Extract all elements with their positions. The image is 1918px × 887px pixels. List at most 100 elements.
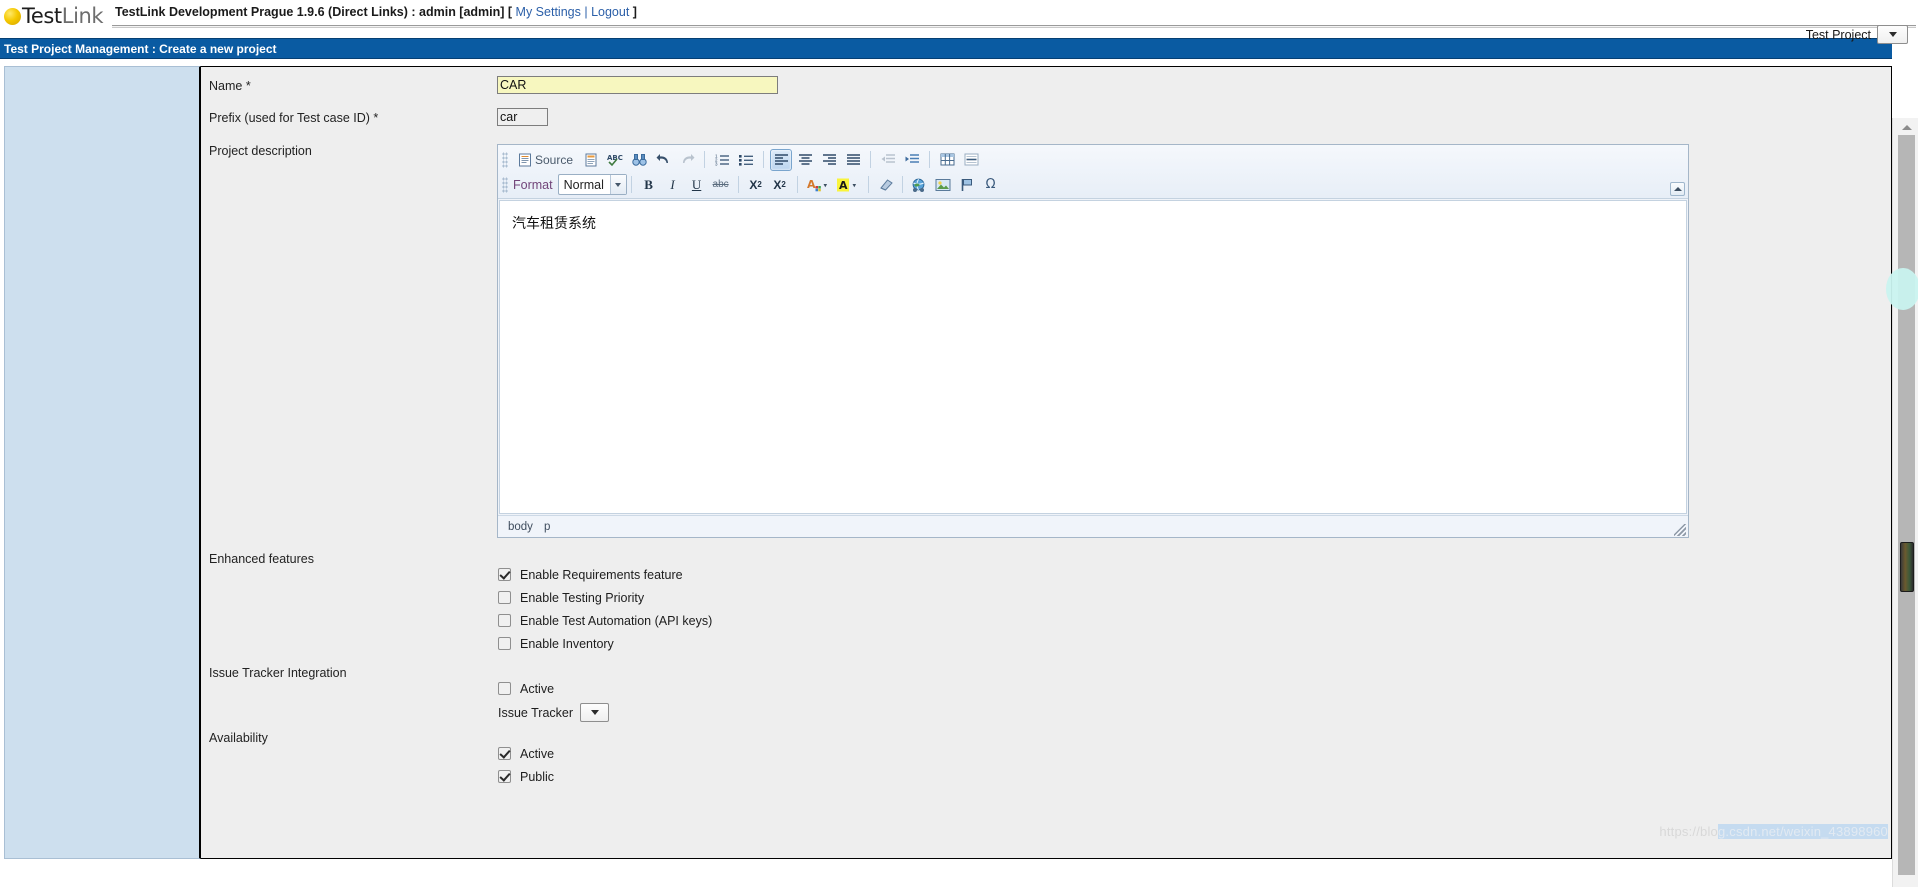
toolbar-separator	[763, 151, 765, 168]
watermark-selected: g.csdn.net/weixin_43898960	[1718, 824, 1888, 839]
align-center-icon[interactable]	[794, 149, 816, 171]
source-label: Source	[535, 152, 574, 167]
link-icon[interactable]	[908, 174, 930, 196]
strikethrough-icon[interactable]: abc	[710, 174, 732, 196]
checkbox-row-testing-priority[interactable]: Enable Testing Priority	[497, 586, 1891, 609]
remove-format-icon[interactable]	[875, 174, 897, 196]
format-value: Normal	[563, 177, 604, 192]
table-glyph	[940, 153, 955, 166]
test-project-dropdown[interactable]	[1877, 25, 1908, 44]
toolbar-group-script: X2 X2	[743, 174, 793, 196]
bulleted-list-icon[interactable]	[735, 149, 757, 171]
horizontal-rule-icon[interactable]	[960, 149, 982, 171]
enable-requirements-checkbox[interactable]	[498, 568, 511, 581]
templates-glyph	[585, 153, 597, 166]
checkbox-row-availability-public[interactable]: Public	[497, 765, 1891, 788]
availability-label: Availability	[209, 731, 268, 745]
issue-tracker-select-label: Issue Tracker	[498, 705, 574, 720]
align-right-icon[interactable]	[818, 149, 840, 171]
enable-inventory-checkbox[interactable]	[498, 637, 511, 650]
superscript-icon[interactable]: X2	[769, 174, 791, 196]
page-title-bar: Test Project Management : Create a new p…	[0, 38, 1892, 59]
issue-tracker-select-row: Issue Tracker	[497, 700, 1891, 725]
editor-toolbar-row-2: Format Normal B I U abc X 2 X 2 A A Ω	[498, 172, 1688, 197]
italic-icon[interactable]: I	[662, 174, 684, 196]
spellcheck-icon[interactable]: ABC	[604, 149, 626, 171]
align-center-glyph	[798, 154, 812, 165]
underline-icon[interactable]: U	[686, 174, 708, 196]
issue-tracker-dropdown[interactable]	[580, 703, 610, 722]
checkbox-row-availability-active[interactable]: Active	[497, 742, 1891, 765]
description-editor-body[interactable]: 汽车租赁系统	[499, 200, 1687, 514]
my-settings-link[interactable]: My Settings	[516, 5, 581, 19]
scrollbar-thumb[interactable]	[1900, 542, 1914, 592]
indent-icon[interactable]	[901, 149, 923, 171]
project-form: Name * Prefix (used for Test case ID) * …	[201, 67, 1891, 788]
toolbar-group-basic-styles: B I U abc	[636, 174, 734, 196]
test-project-selector[interactable]: Test Project	[1806, 25, 1908, 44]
text-color-icon[interactable]: A	[804, 174, 832, 196]
find-replace-icon[interactable]	[628, 149, 650, 171]
resize-handle-icon[interactable]	[1674, 524, 1686, 536]
checkbox-row-inventory[interactable]: Enable Inventory	[497, 632, 1891, 655]
logout-link[interactable]: Logout	[591, 5, 629, 19]
project-prefix-input[interactable]	[497, 108, 548, 126]
outdent-icon[interactable]	[877, 149, 899, 171]
checkbox-row-issue-tracker-active[interactable]: Active	[497, 677, 1891, 700]
align-justify-icon[interactable]	[842, 149, 864, 171]
templates-icon[interactable]	[580, 149, 602, 171]
svg-text:A: A	[839, 179, 848, 192]
background-color-icon[interactable]: A	[834, 174, 862, 196]
form-row-availability: Availability Active Public	[201, 727, 1891, 788]
toolbar-separator	[929, 151, 931, 168]
header-info: TestLink Development Prague 1.9.6 (Direc…	[112, 0, 1918, 28]
availability-active-checkbox[interactable]	[498, 747, 511, 760]
left-sidebar-panel	[4, 66, 201, 859]
numbered-list-icon[interactable]: 1 2 3	[711, 149, 733, 171]
form-row-prefix: Prefix (used for Test case ID) *	[201, 107, 1891, 133]
form-row-name: Name *	[201, 75, 1891, 101]
format-label: Format	[513, 177, 553, 192]
project-name-input[interactable]	[497, 76, 778, 94]
test-project-label: Test Project	[1805, 27, 1871, 42]
scrollbar-track[interactable]	[1898, 135, 1915, 875]
logo-wordmark: TestLink	[22, 4, 104, 28]
table-icon[interactable]	[936, 149, 958, 171]
scroll-up-icon[interactable]	[1898, 120, 1915, 135]
toolbar-separator	[867, 176, 869, 193]
special-char-icon[interactable]: Ω	[980, 174, 1002, 196]
svg-text:A: A	[807, 178, 816, 191]
spellcheck-glyph: ABC	[607, 154, 623, 166]
enable-test-automation-checkbox[interactable]	[498, 614, 511, 627]
undo-icon[interactable]	[652, 149, 674, 171]
anchor-icon[interactable]	[956, 174, 978, 196]
checkbox-row-test-automation[interactable]: Enable Test Automation (API keys)	[497, 609, 1891, 632]
toolbar-drag-grip[interactable]	[502, 176, 508, 193]
availability-public-checkbox[interactable]	[498, 770, 511, 783]
watermark: https://blog.csdn.net/weixin_43898960	[1659, 824, 1888, 839]
header-version-text: TestLink Development Prague 1.9.6 (Direc…	[115, 5, 516, 19]
subscript-icon[interactable]: X2	[745, 174, 767, 196]
align-left-icon[interactable]	[770, 148, 793, 171]
redo-icon[interactable]	[676, 149, 698, 171]
testlink-logo[interactable]: TestLink	[0, 0, 112, 30]
enable-testing-priority-checkbox[interactable]	[498, 591, 511, 604]
format-dropdown[interactable]: Normal	[557, 174, 627, 195]
toolbar-drag-grip[interactable]	[502, 151, 508, 168]
image-icon[interactable]	[932, 174, 954, 196]
bold-icon[interactable]: B	[638, 174, 660, 196]
collapse-toolbar-icon[interactable]	[1670, 182, 1685, 196]
element-path-body[interactable]: body	[508, 521, 533, 533]
toolbar-group-lists: 1 2 3	[709, 149, 759, 171]
indent-glyph	[905, 154, 919, 163]
issue-tracker-active-checkbox[interactable]	[498, 682, 511, 695]
element-path-p[interactable]: p	[544, 521, 550, 533]
description-text: 汽车租赁系统	[512, 216, 596, 232]
bulleted-list-glyph	[738, 155, 753, 166]
redo-arrow-glyph	[682, 154, 695, 163]
page-scrollbar[interactable]	[1886, 118, 1918, 887]
editor-toolbar-row-1: Source ABC 1 2 3	[498, 147, 1688, 172]
source-icon[interactable]: Source	[513, 149, 578, 171]
flag-glyph	[961, 178, 972, 191]
checkbox-row-requirements[interactable]: Enable Requirements feature	[497, 563, 1891, 586]
